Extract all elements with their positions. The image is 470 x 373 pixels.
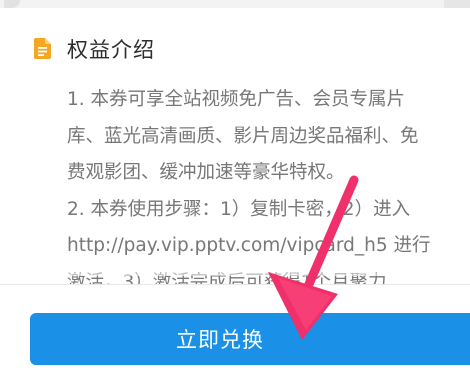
content-fade: [0, 262, 470, 276]
top-strip: [0, 0, 470, 8]
top-strip-right-shape: [444, 0, 470, 8]
footer-bar: 立即兑换: [0, 284, 470, 373]
benefits-header: 权益介绍: [0, 26, 470, 66]
redeem-now-label: 立即兑换: [176, 328, 264, 352]
benefits-line: 1. 本券可享全站视频免广告、会员专属片: [67, 89, 406, 110]
redeem-now-button[interactable]: 立即兑换: [30, 313, 470, 365]
benefits-line: 费观影团、缓冲加速等豪华特权。: [67, 162, 345, 183]
benefits-line: 库、蓝光高清画质、影片周边奖品福利、免: [67, 125, 419, 147]
document-icon: [34, 38, 51, 59]
benefits-line: 2. 本券使用步骤：1）复制卡密，2）进入: [67, 198, 411, 220]
benefits-line: http://pay.vip.pptv.com/vipcard_h5 进行: [67, 235, 431, 256]
top-strip-left-shape: [4, 0, 20, 8]
benefits-title: 权益介绍: [67, 38, 155, 62]
